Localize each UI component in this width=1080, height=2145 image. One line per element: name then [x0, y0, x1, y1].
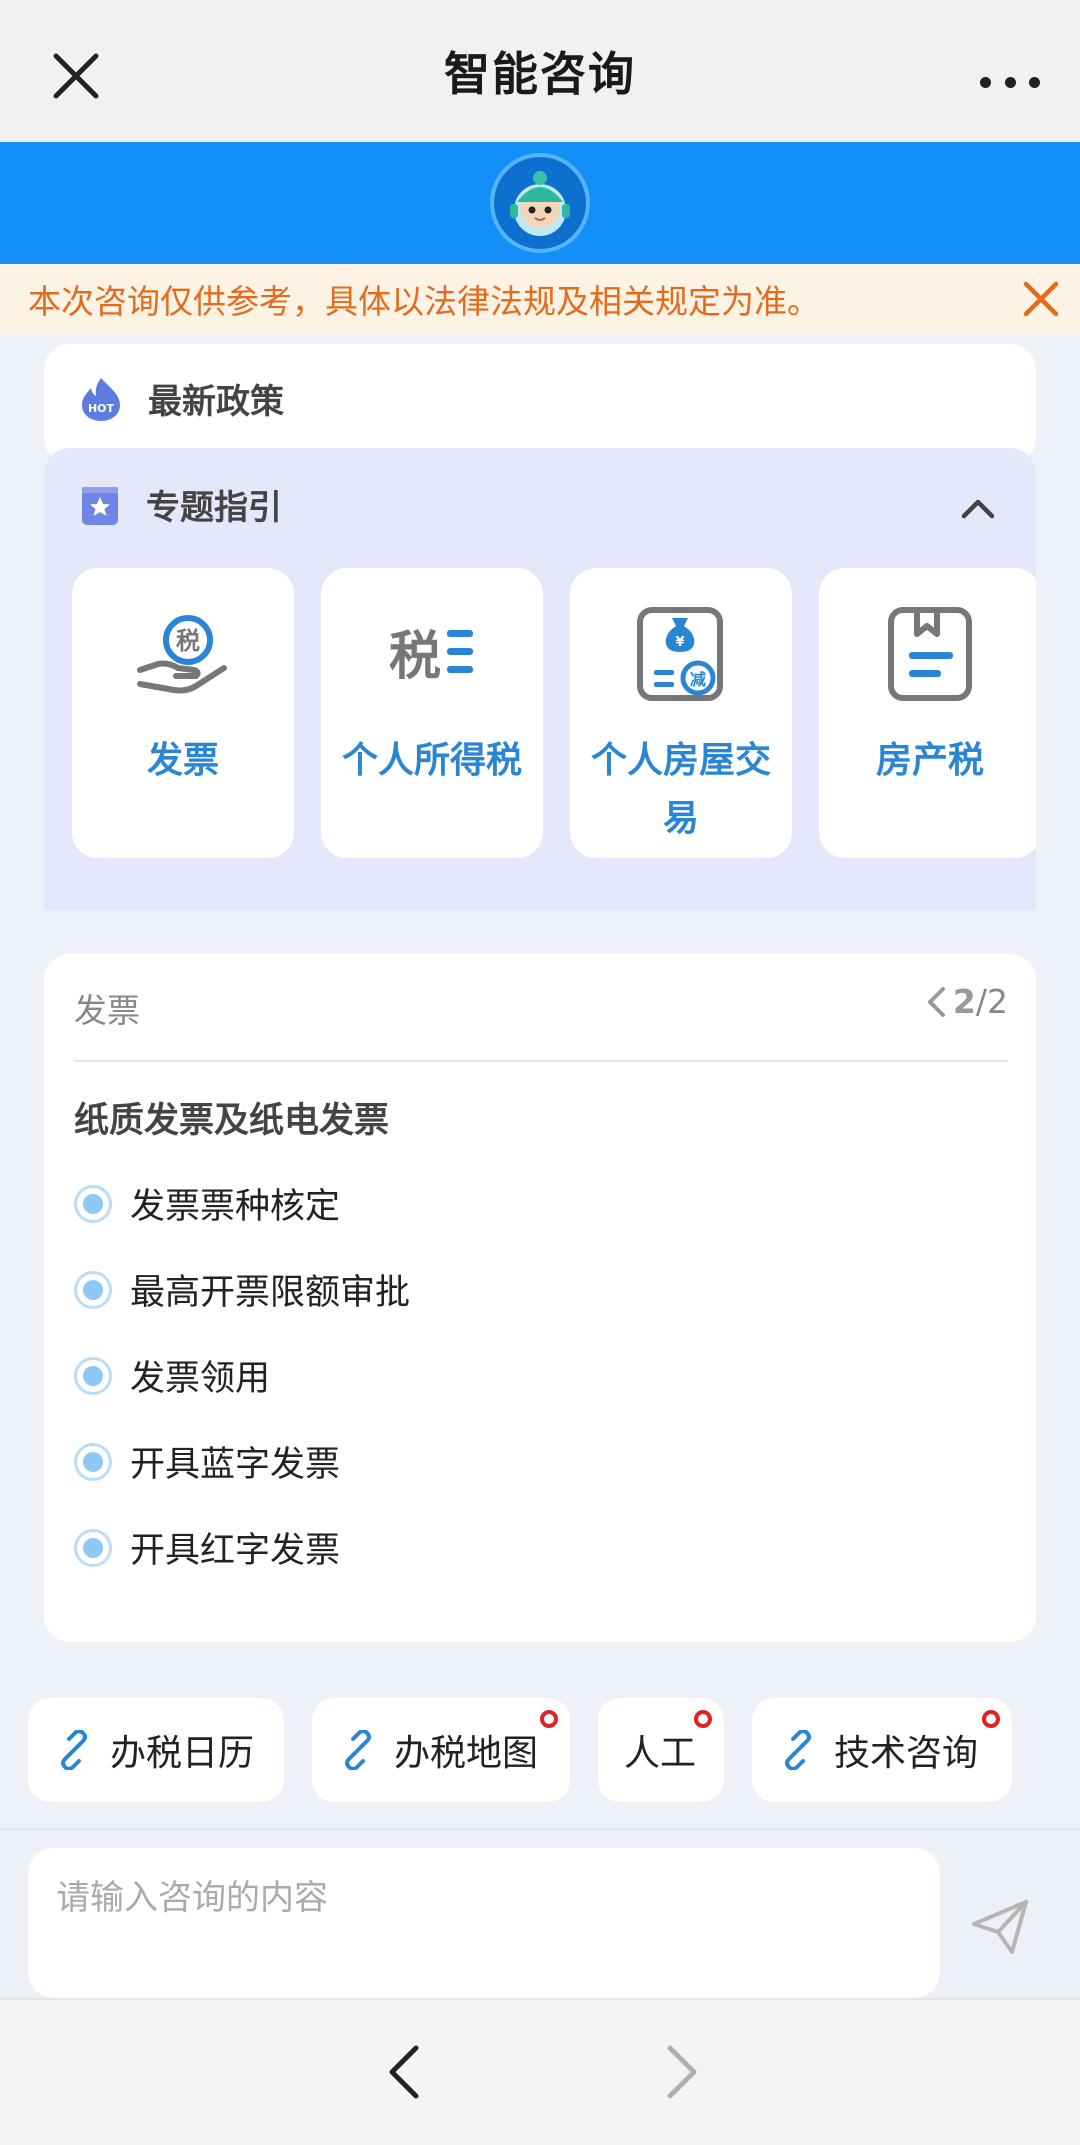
divider: [74, 1060, 1008, 1062]
pager[interactable]: 2 /2: [925, 982, 1008, 1021]
bullet-icon: [74, 1356, 112, 1395]
topic-tile-label: 房产税: [875, 740, 984, 781]
list-item[interactable]: 最高开票限额审批: [74, 1264, 410, 1315]
bullet-icon: [74, 1528, 112, 1567]
tax-hand-icon: 税: [137, 615, 227, 694]
tax-calendar-button[interactable]: 办税日历: [28, 1698, 284, 1802]
topic-tile-housing-transaction[interactable]: ¥ 减 个人房屋交易: [570, 568, 792, 858]
money-bag-icon: ¥ 减: [637, 607, 723, 701]
human-agent-button[interactable]: 人工: [598, 1698, 724, 1802]
bullet-icon: [74, 1184, 112, 1223]
tax-list-icon: 税: [389, 627, 473, 687]
list-item-label: 发票领用: [130, 1359, 271, 1399]
topic-tile-label: 个人房屋交易: [590, 740, 771, 839]
list-item-label: 开具蓝字发票: [130, 1445, 341, 1485]
notification-dot: [540, 1710, 558, 1728]
topic-tile-individual-income-tax[interactable]: 税 个人所得税: [321, 568, 543, 858]
list-item-label: 最高开票限额审批: [130, 1273, 411, 1313]
notification-dot: [982, 1710, 1000, 1728]
svg-text:税: 税: [176, 627, 200, 655]
tax-map-button[interactable]: 办税地图: [312, 1698, 570, 1802]
pager-total: /2: [975, 982, 1008, 1021]
close-icon[interactable]: [52, 52, 100, 100]
notification-dot: [694, 1710, 712, 1728]
svg-text:税: 税: [389, 627, 441, 687]
tech-support-button[interactable]: 技术咨询: [752, 1698, 1012, 1802]
notice-close-icon[interactable]: [1020, 278, 1062, 320]
list-category: 发票: [74, 991, 140, 1030]
link-icon: [785, 1730, 811, 1770]
shortcut-bar: 办税日历 办税地图 人工 技术咨询: [0, 1698, 1080, 1802]
input-area: [0, 1828, 1080, 1998]
forward-arrow-icon[interactable]: [662, 2042, 702, 2102]
browser-nav-bar: [0, 1998, 1080, 2145]
consult-input[interactable]: [28, 1848, 940, 1998]
assistant-avatar: [490, 153, 590, 253]
topic-tile-label: 发票: [146, 740, 219, 781]
back-arrow-icon[interactable]: [384, 2042, 424, 2102]
topic-guide-header[interactable]: 专题指引: [78, 480, 282, 529]
topic-tile-label: 个人所得税: [341, 740, 522, 781]
document-icon: [888, 607, 972, 701]
bullet-icon: [74, 1270, 112, 1309]
latest-policy-card[interactable]: HOT 最新政策: [44, 344, 1036, 464]
top-bar: 智能咨询: [0, 0, 1080, 142]
topic-tiles: 税 发票 税 个人所得税 ¥ 减 个人房屋交易 房产税: [72, 568, 1036, 860]
list-item-label: 发票票种核定: [130, 1187, 341, 1227]
notice-text: 本次咨询仅供参考，具体以法律法规及相关规定为准。: [28, 282, 820, 321]
chevron-up-icon[interactable]: [960, 494, 996, 522]
latest-policy-label: 最新政策: [148, 382, 284, 422]
robot-icon: [510, 171, 570, 236]
topic-tile-invoice[interactable]: 税 发票: [72, 568, 294, 858]
shortcut-label: 办税地图: [394, 1733, 539, 1774]
send-icon[interactable]: [968, 1894, 1032, 1958]
assistant-banner: [0, 142, 1080, 264]
more-icon[interactable]: [980, 62, 1040, 102]
hot-flame-icon: HOT: [82, 377, 120, 421]
scroll-fade: [44, 1562, 1036, 1642]
list-item[interactable]: 发票票种核定: [74, 1178, 340, 1229]
page-title: 智能咨询: [444, 47, 636, 101]
chevron-left-icon[interactable]: [925, 985, 947, 1019]
link-icon: [345, 1730, 371, 1770]
shortcut-label: 人工: [624, 1733, 697, 1774]
list-title: 纸质发票及纸电发票: [74, 1101, 390, 1141]
star-bookmark-icon: [82, 486, 118, 525]
topic-guide-label: 专题指引: [146, 488, 282, 528]
svg-text:¥: ¥: [675, 635, 684, 650]
latest-policy-row[interactable]: HOT 最新政策: [78, 374, 284, 423]
list-item[interactable]: 开具蓝字发票: [74, 1436, 340, 1487]
pager-current: 2: [952, 982, 976, 1021]
disclaimer-notice: 本次咨询仅供参考，具体以法律法规及相关规定为准。: [0, 264, 1080, 334]
svg-text:减: 减: [690, 670, 706, 689]
faq-list-card: 发票 2 /2 纸质发票及纸电发票 发票票种核定 最高开票限额审批 发票领用 开…: [44, 954, 1036, 1642]
bullet-icon: [74, 1442, 112, 1481]
link-icon: [61, 1730, 87, 1770]
shortcut-label: 技术咨询: [834, 1733, 979, 1774]
svg-text:HOT: HOT: [88, 402, 115, 415]
list-item[interactable]: 发票领用: [74, 1350, 270, 1401]
shortcut-label: 办税日历: [110, 1733, 255, 1774]
topic-guide-panel: 专题指引 税 发票 税 个人所得税 ¥ 减 个人房屋交易 房产税: [44, 448, 1036, 910]
topic-tile-property-tax[interactable]: 房产税: [819, 568, 1036, 858]
